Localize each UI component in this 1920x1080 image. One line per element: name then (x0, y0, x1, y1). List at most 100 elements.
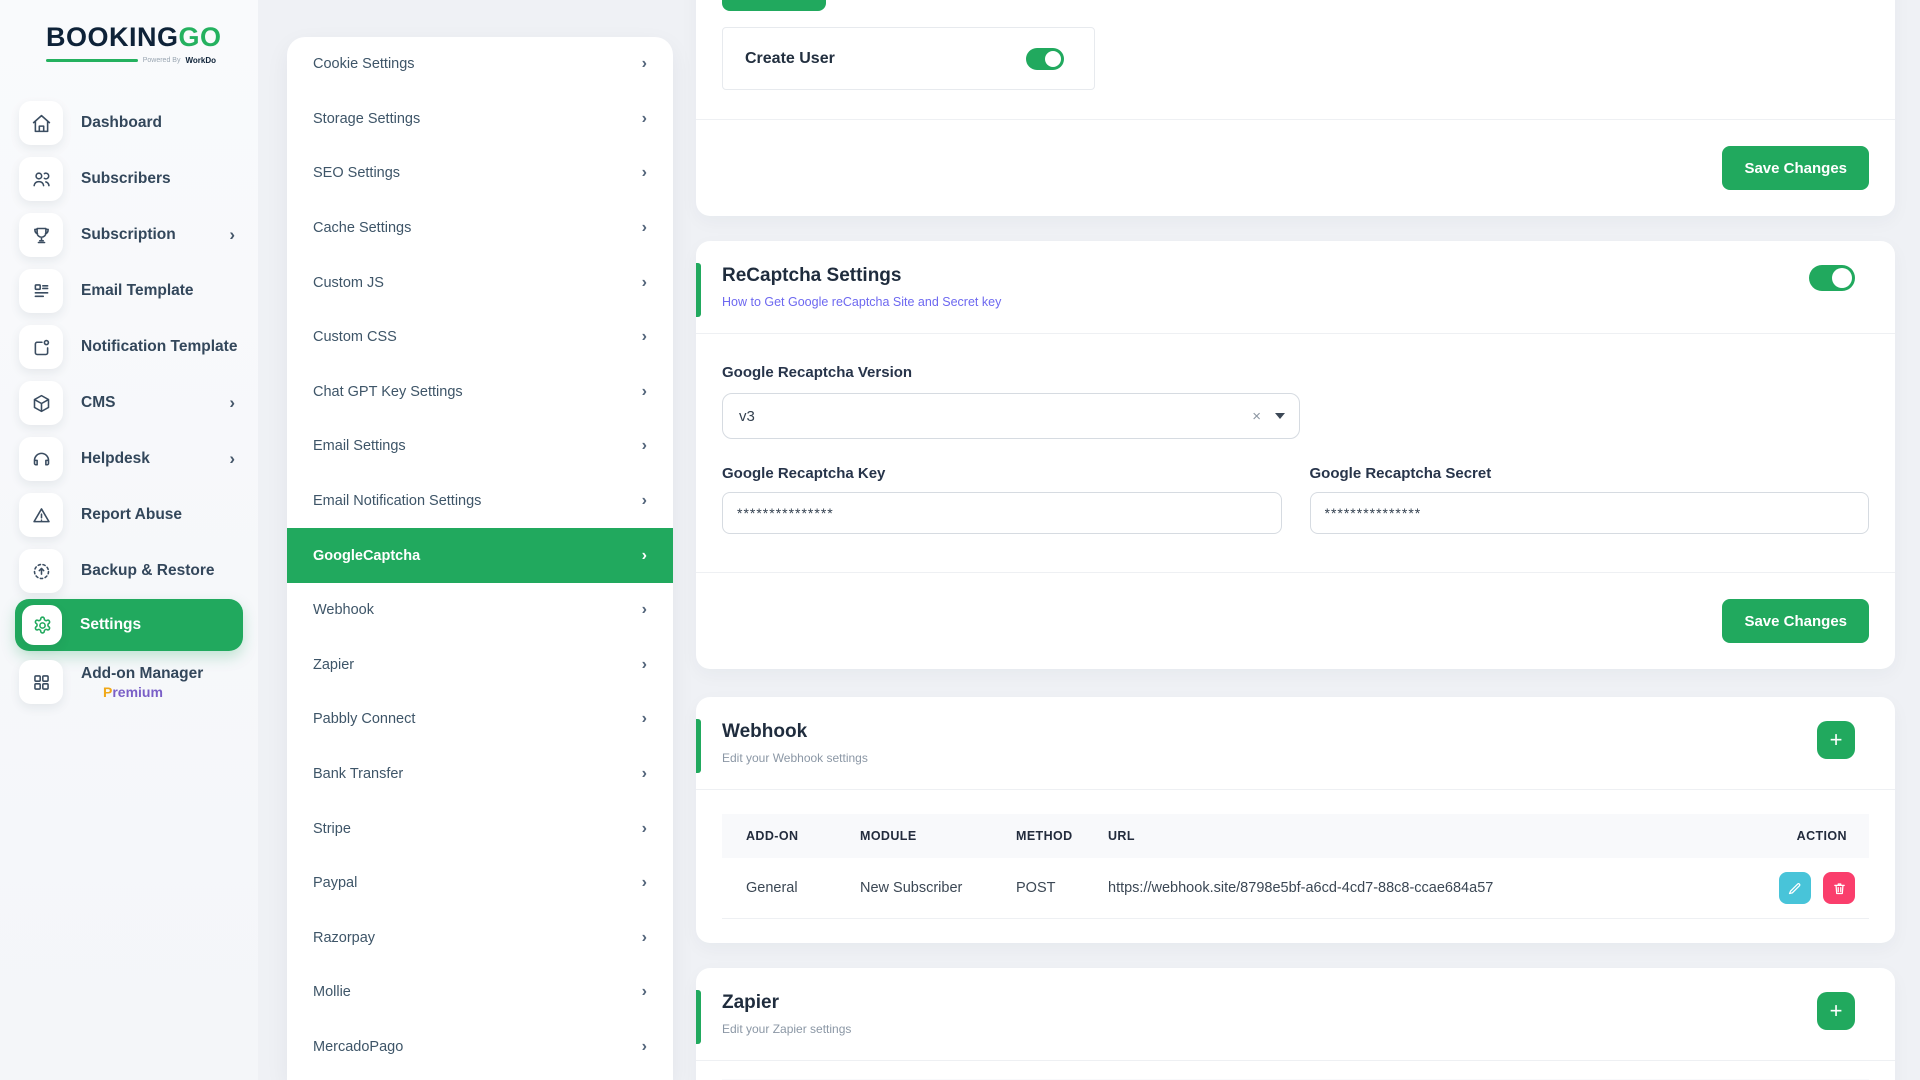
premium-badge: Premium (103, 684, 203, 700)
settings-menu-item-paypal[interactable]: Paypal› (287, 856, 673, 911)
settings-menu-item-pabbly-connect[interactable]: Pabbly Connect› (287, 692, 673, 747)
settings-menu-item-email-notification-settings[interactable]: Email Notification Settings› (287, 474, 673, 529)
cell-addon: General (722, 858, 850, 919)
chevron-right-icon: › (642, 437, 647, 455)
delete-webhook-button[interactable] (1823, 872, 1855, 904)
cell-url: https://webhook.site/8798e5bf-a6cd-4cd7-… (1098, 858, 1749, 919)
column-header-action: ACTION (1749, 814, 1869, 858)
webhook-card-title: Webhook (722, 721, 868, 743)
chevron-right-icon: › (642, 1038, 647, 1056)
settings-menu-item-cache-settings[interactable]: Cache Settings› (287, 201, 673, 256)
create-user-label: Create User (745, 50, 835, 68)
recaptcha-settings-card: ReCaptcha Settings How to Get Google reC… (696, 241, 1895, 669)
chevron-right-icon: › (642, 710, 647, 728)
sidebar-item-addon-manager[interactable]: Add-on Manager Premium (15, 651, 243, 713)
settings-menu-item-storage-settings[interactable]: Storage Settings› (287, 92, 673, 147)
settings-menu-item-custom-css[interactable]: Custom CSS› (287, 310, 673, 365)
add-zapier-button[interactable]: + (1817, 992, 1855, 1030)
brand-underline (46, 59, 138, 62)
settings-menu-item-googlecaptcha[interactable]: GoogleCaptcha› (287, 528, 673, 583)
recaptcha-version-label: Google Recaptcha Version (722, 364, 1869, 381)
sidebar-item-settings[interactable]: Settings (15, 599, 243, 651)
divider (696, 1060, 1895, 1061)
notification-icon (19, 325, 63, 369)
table-header-row: ADD-ON MODULE METHOD URL ACTION (722, 814, 1869, 858)
powered-by-brand: WorkDo (185, 56, 216, 65)
settings-menu-item-mercadopago[interactable]: MercadoPago› (287, 1020, 673, 1075)
settings-menu-item-cookie-settings[interactable]: Cookie Settings› (287, 37, 673, 92)
alert-triangle-icon (19, 493, 63, 537)
chevron-right-icon: › (642, 820, 647, 838)
page: BOOKINGGO Powered By WorkDo Dashboard Su… (0, 0, 1920, 1080)
chevron-right-icon: › (642, 929, 647, 947)
brand-name-accent: GO (179, 22, 222, 52)
chevron-right-icon: › (229, 393, 235, 413)
recaptcha-version-select[interactable]: v3 × (722, 393, 1300, 439)
settings-menu-item-mollie[interactable]: Mollie› (287, 965, 673, 1020)
settings-menu-item-stripe[interactable]: Stripe› (287, 801, 673, 856)
brand-logo: BOOKINGGO Powered By WorkDo (0, 16, 258, 65)
sidebar-item-subscription[interactable]: Subscription › (15, 207, 243, 263)
sidebar-item-report-abuse[interactable]: Report Abuse (15, 487, 243, 543)
chevron-right-icon: › (642, 601, 647, 619)
settings-menu-item-webhook[interactable]: Webhook› (287, 583, 673, 638)
brand-name: BOOKINGGO (46, 22, 216, 53)
backup-icon (19, 549, 63, 593)
sidebar-item-helpdesk[interactable]: Helpdesk › (15, 431, 243, 487)
settings-menu-item-coingate[interactable]: Coingate› (287, 1074, 673, 1080)
column-header-url: URL (1098, 814, 1749, 858)
powered-by: Powered By WorkDo (46, 56, 216, 65)
sidebar-nav: Dashboard Subscribers Subscription › (0, 95, 258, 713)
create-user-toggle[interactable] (1026, 48, 1064, 70)
chevron-right-icon: › (642, 983, 647, 1001)
create-user-setting: Create User (722, 27, 1095, 90)
sidebar-item-label: Dashboard (81, 114, 243, 132)
sidebar-item-label: Notification Template (81, 338, 243, 356)
chevron-right-icon: › (642, 492, 647, 510)
template-icon (19, 269, 63, 313)
table-row: General New Subscriber POST https://webh… (722, 858, 1869, 919)
recaptcha-secret-input[interactable] (1310, 492, 1870, 534)
settings-menu-item-chatgpt-key[interactable]: Chat GPT Key Settings› (287, 365, 673, 420)
recaptcha-key-input[interactable] (722, 492, 1282, 534)
sidebar-item-label: CMS (81, 394, 229, 412)
save-changes-button[interactable]: Save Changes (1722, 146, 1869, 190)
pencil-icon (1787, 881, 1802, 896)
sidebar-item-label: Report Abuse (81, 506, 243, 524)
home-icon (19, 101, 63, 145)
settings-menu-item-custom-js[interactable]: Custom JS› (287, 255, 673, 310)
settings-menu-item-razorpay[interactable]: Razorpay› (287, 911, 673, 966)
chevron-right-icon: › (642, 328, 647, 346)
sidebar-item-email-template[interactable]: Email Template (15, 263, 243, 319)
sidebar-item-label: Email Template (81, 282, 243, 300)
sidebar-item-cms[interactable]: CMS › (15, 375, 243, 431)
sidebar-item-notification-template[interactable]: Notification Template (15, 319, 243, 375)
save-changes-button[interactable]: Save Changes (1722, 599, 1869, 643)
sidebar-item-backup-restore[interactable]: Backup & Restore (15, 543, 243, 599)
zapier-card: Zapier Edit your Zapier settings + (696, 968, 1895, 1080)
clear-icon[interactable]: × (1244, 408, 1269, 425)
add-webhook-button[interactable]: + (1817, 721, 1855, 759)
cell-method: POST (1006, 858, 1098, 919)
trophy-icon (19, 213, 63, 257)
chevron-right-icon: › (642, 164, 647, 182)
settings-menu-item-seo-settings[interactable]: SEO Settings› (287, 146, 673, 201)
chevron-right-icon: › (642, 55, 647, 73)
recaptcha-help-link[interactable]: How to Get Google reCaptcha Site and Sec… (722, 295, 1001, 309)
settings-menu-item-email-settings[interactable]: Email Settings› (287, 419, 673, 474)
package-icon (19, 381, 63, 425)
settings-menu-item-zapier[interactable]: Zapier› (287, 638, 673, 693)
tab-general[interactable]: General (722, 0, 826, 11)
sidebar-item-subscribers[interactable]: Subscribers (15, 151, 243, 207)
sidebar-item-label: Subscribers (81, 170, 243, 188)
edit-webhook-button[interactable] (1779, 872, 1811, 904)
zapier-card-subtitle: Edit your Zapier settings (722, 1022, 851, 1036)
sidebar-item-dashboard[interactable]: Dashboard (15, 95, 243, 151)
column-header-addon: ADD-ON (722, 814, 850, 858)
recaptcha-card-title: ReCaptcha Settings (722, 265, 1001, 287)
chevron-right-icon: › (642, 765, 647, 783)
main-content: General Helpdesk Create User Save Change… (673, 0, 1920, 1080)
recaptcha-secret-label: Google Recaptcha Secret (1310, 465, 1870, 482)
recaptcha-toggle[interactable] (1809, 265, 1855, 291)
settings-menu-item-bank-transfer[interactable]: Bank Transfer› (287, 747, 673, 802)
